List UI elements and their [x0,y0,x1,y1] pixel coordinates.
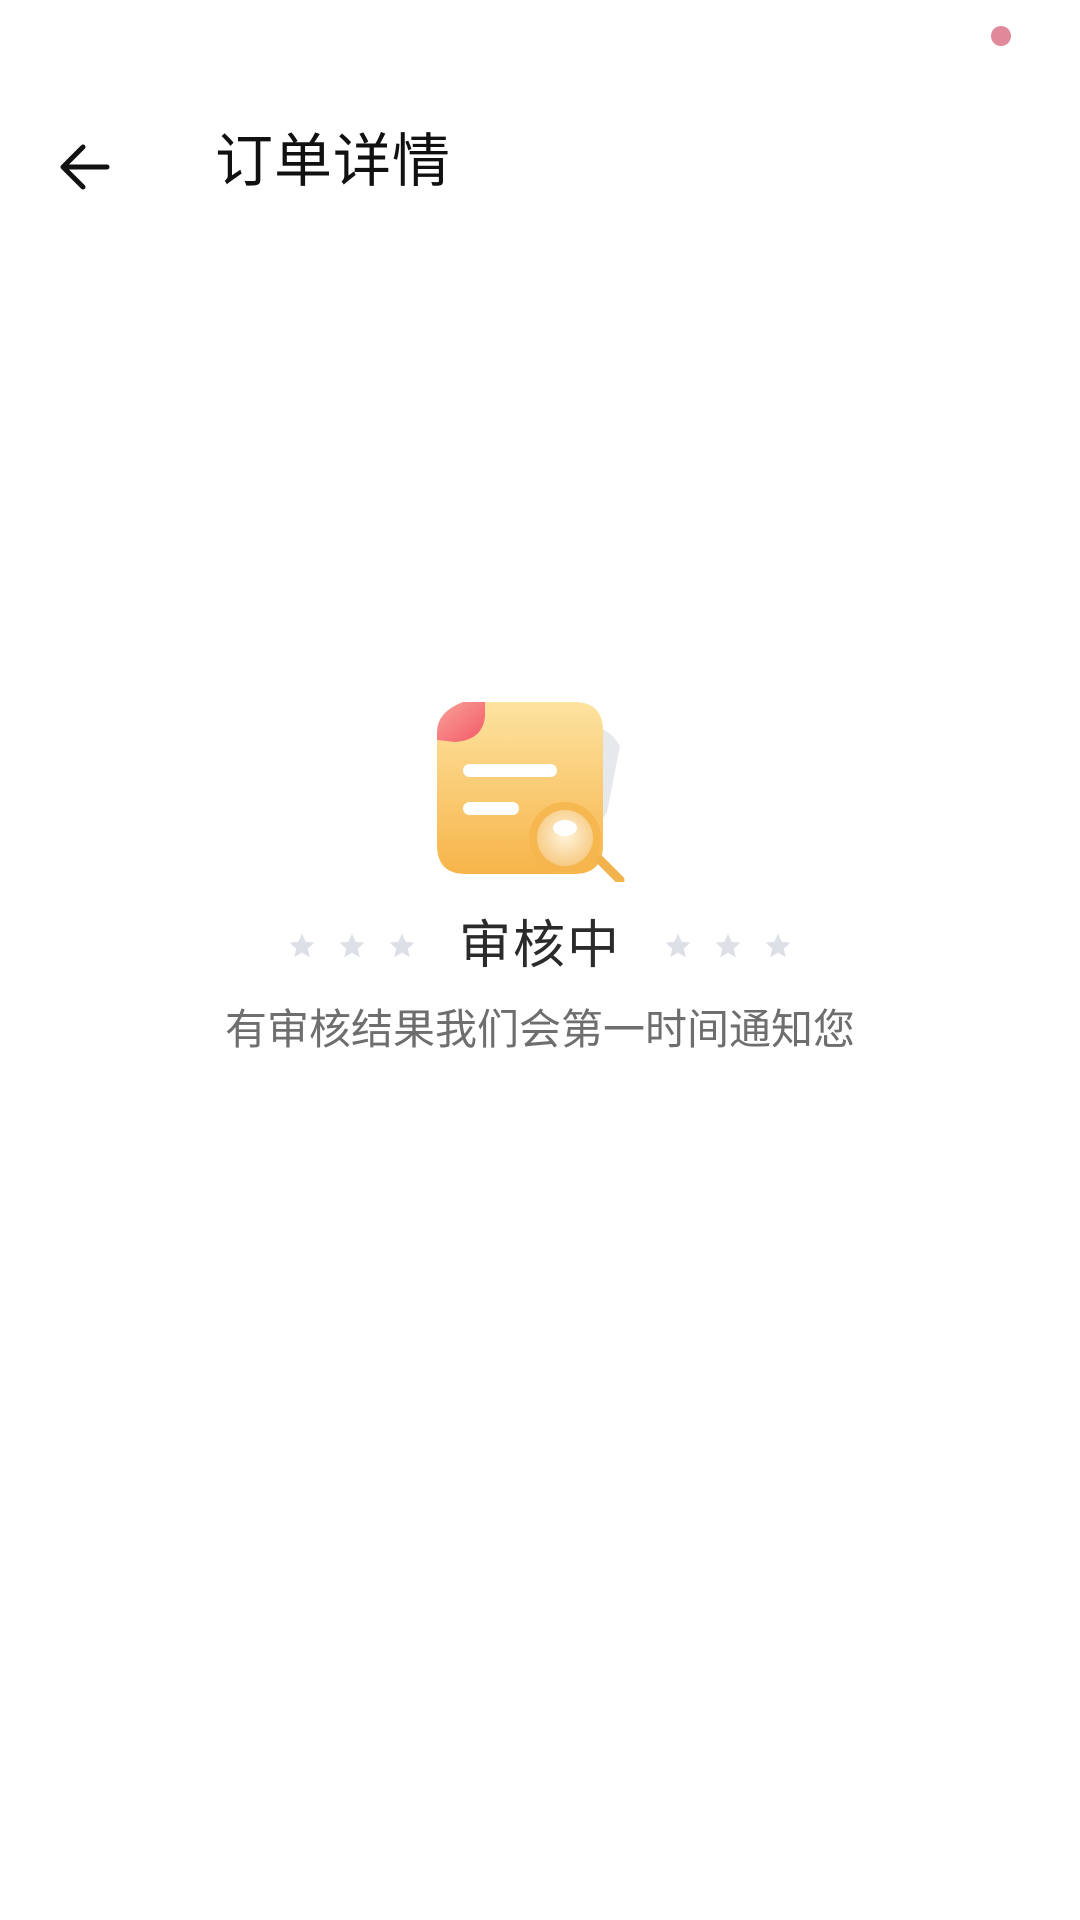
arrow-left-icon [60,144,110,190]
star-icon [389,933,415,958]
status-indicator-dot [991,26,1011,46]
star-icon [665,933,691,958]
right-stars [663,931,793,961]
back-button[interactable] [40,122,130,212]
review-status-row: 审核中 [0,906,1080,986]
document-search-icon [437,702,625,882]
star-icon [339,933,365,958]
left-stars [287,931,417,961]
page-title: 订单详情 [215,127,452,195]
star-icon [765,933,791,958]
star-icon [289,933,315,958]
top-app-bar: 订单详情 [0,110,1080,198]
star-icon [715,933,741,958]
review-status-title: 审核中 [458,916,621,976]
review-status-description: 有审核结果我们会第一时间通知您 [224,1005,855,1054]
